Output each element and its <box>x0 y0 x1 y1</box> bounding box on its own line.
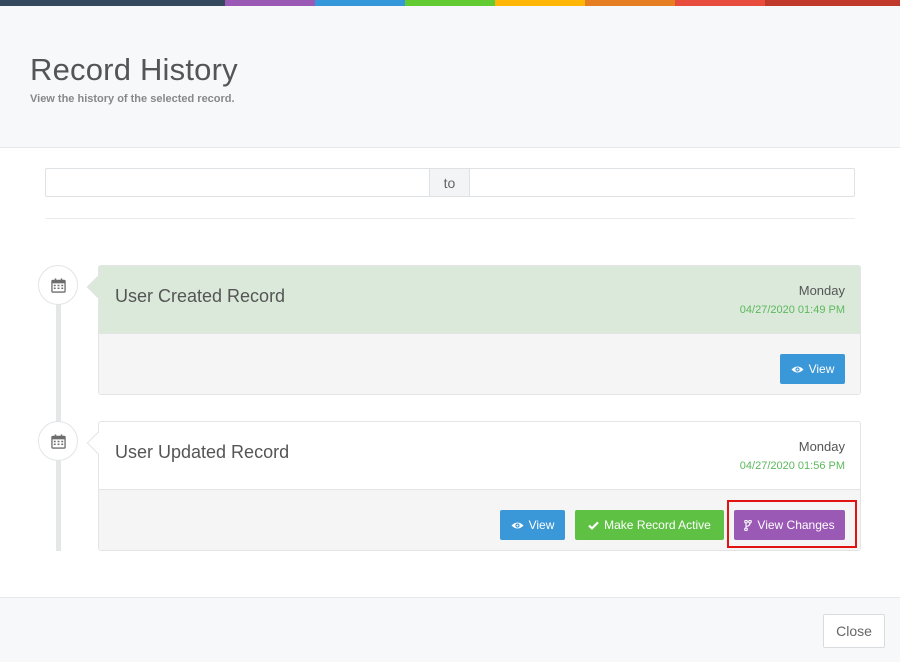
date-to-input[interactable] <box>469 168 855 197</box>
calendar-icon <box>38 421 78 461</box>
card-arrow <box>86 431 110 455</box>
date-from-input[interactable] <box>45 168 430 197</box>
modal-header: Record History View the history of the s… <box>0 6 900 148</box>
close-button[interactable]: Close <box>823 614 885 648</box>
make-record-active-button[interactable]: Make Record Active <box>575 510 724 540</box>
view-button[interactable]: View <box>500 510 565 540</box>
event-datetime: 04/27/2020 01:56 PM <box>739 460 845 472</box>
card-arrow <box>86 275 110 299</box>
eye-icon <box>791 365 804 373</box>
date-range-separator: to <box>430 168 469 197</box>
highlight-box <box>727 500 857 548</box>
eye-icon <box>511 521 524 529</box>
timeline-card-header: User Created Record Monday 04/27/2020 01… <box>86 266 860 334</box>
check-icon <box>588 521 599 530</box>
page-title: Record History <box>30 52 238 87</box>
calendar-icon <box>38 265 78 305</box>
event-title: User Created Record <box>115 286 286 306</box>
view-button-label: View <box>528 518 555 532</box>
timeline-card-created: User Created Record Monday 04/27/2020 01… <box>86 265 861 395</box>
timeline-card-footer: View <box>99 334 860 394</box>
event-day: Monday <box>798 439 845 454</box>
event-title: User Updated Record <box>115 442 290 462</box>
timeline-card-header: User Updated Record Monday 04/27/2020 01… <box>86 422 860 490</box>
view-button[interactable]: View <box>780 354 845 384</box>
event-day: Monday <box>798 283 845 298</box>
divider <box>45 218 855 219</box>
modal-footer: Close <box>0 597 900 662</box>
page-subtitle: View the history of the selected record. <box>30 93 235 105</box>
timeline-line <box>56 285 61 551</box>
event-datetime: 04/27/2020 01:49 PM <box>739 304 845 316</box>
view-button-label: View <box>808 362 835 376</box>
make-record-active-label: Make Record Active <box>604 518 711 532</box>
date-range-filter: to <box>45 168 855 197</box>
